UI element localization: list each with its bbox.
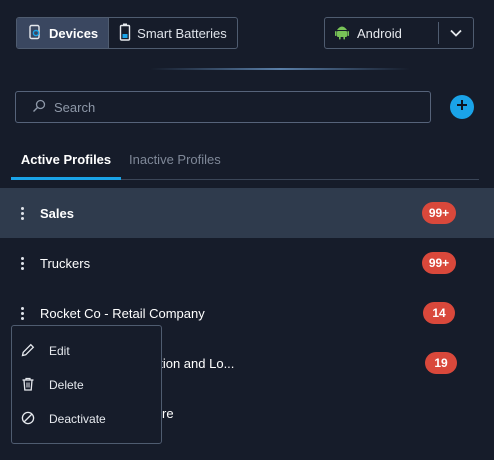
- edit-menu-item[interactable]: Edit: [12, 335, 161, 367]
- count-badge: 99+: [422, 202, 456, 224]
- deactivate-label: Deactivate: [49, 412, 106, 426]
- search-input[interactable]: Search: [15, 91, 431, 123]
- chevron-down-icon[interactable]: [439, 29, 473, 37]
- devices-tab-label: Devices: [49, 25, 99, 41]
- kebab-menu-icon[interactable]: [20, 256, 24, 270]
- trash-icon: [21, 377, 35, 394]
- smart-batteries-tab-button[interactable]: Smart Batteries: [108, 18, 237, 48]
- count-badge: 99+: [422, 252, 456, 274]
- pencil-icon: [21, 343, 35, 360]
- list-item[interactable]: Sales 99+: [0, 188, 494, 238]
- devices-tab-button[interactable]: Devices: [17, 18, 109, 48]
- header-divider: [150, 68, 410, 70]
- search-placeholder: Search: [54, 99, 96, 115]
- add-profile-button[interactable]: [450, 95, 474, 119]
- profile-name: Rocket Co - Retail Company: [40, 305, 205, 321]
- deactivate-menu-item[interactable]: Deactivate: [12, 403, 161, 435]
- battery-icon: [119, 23, 131, 44]
- tab-active-profiles[interactable]: Active Profiles: [11, 140, 121, 180]
- device-type-toggle: Devices Smart Batteries: [16, 17, 238, 49]
- devices-icon: [27, 24, 43, 43]
- search-icon: [32, 99, 46, 116]
- android-icon: [335, 24, 349, 43]
- block-icon: [21, 411, 35, 428]
- edit-label: Edit: [49, 344, 70, 358]
- plus-icon: [456, 98, 468, 116]
- kebab-menu-icon[interactable]: [20, 306, 24, 320]
- delete-label: Delete: [49, 378, 84, 392]
- delete-menu-item[interactable]: Delete: [12, 369, 161, 401]
- platform-value: Android: [357, 25, 402, 41]
- profile-context-menu: Edit Delete Deactivate: [11, 325, 162, 444]
- platform-dropdown[interactable]: Android: [324, 17, 474, 49]
- smart-batteries-tab-label: Smart Batteries: [137, 25, 227, 41]
- tab-inactive-profiles[interactable]: Inactive Profiles: [129, 140, 221, 179]
- kebab-menu-icon[interactable]: [20, 206, 24, 220]
- profile-tabs: Active Profiles Inactive Profiles: [11, 140, 479, 180]
- list-item[interactable]: Truckers 99+: [0, 238, 494, 288]
- profile-name: Truckers: [40, 255, 91, 271]
- platform-selected: Android: [325, 24, 438, 43]
- count-badge: 19: [425, 352, 457, 374]
- profile-name: Sales: [40, 205, 74, 221]
- profile-name: ation and Lo...: [152, 355, 235, 371]
- count-badge: 14: [423, 302, 455, 324]
- top-bar: Devices Smart Batteries Android: [0, 0, 494, 70]
- profile-name: re: [162, 405, 174, 421]
